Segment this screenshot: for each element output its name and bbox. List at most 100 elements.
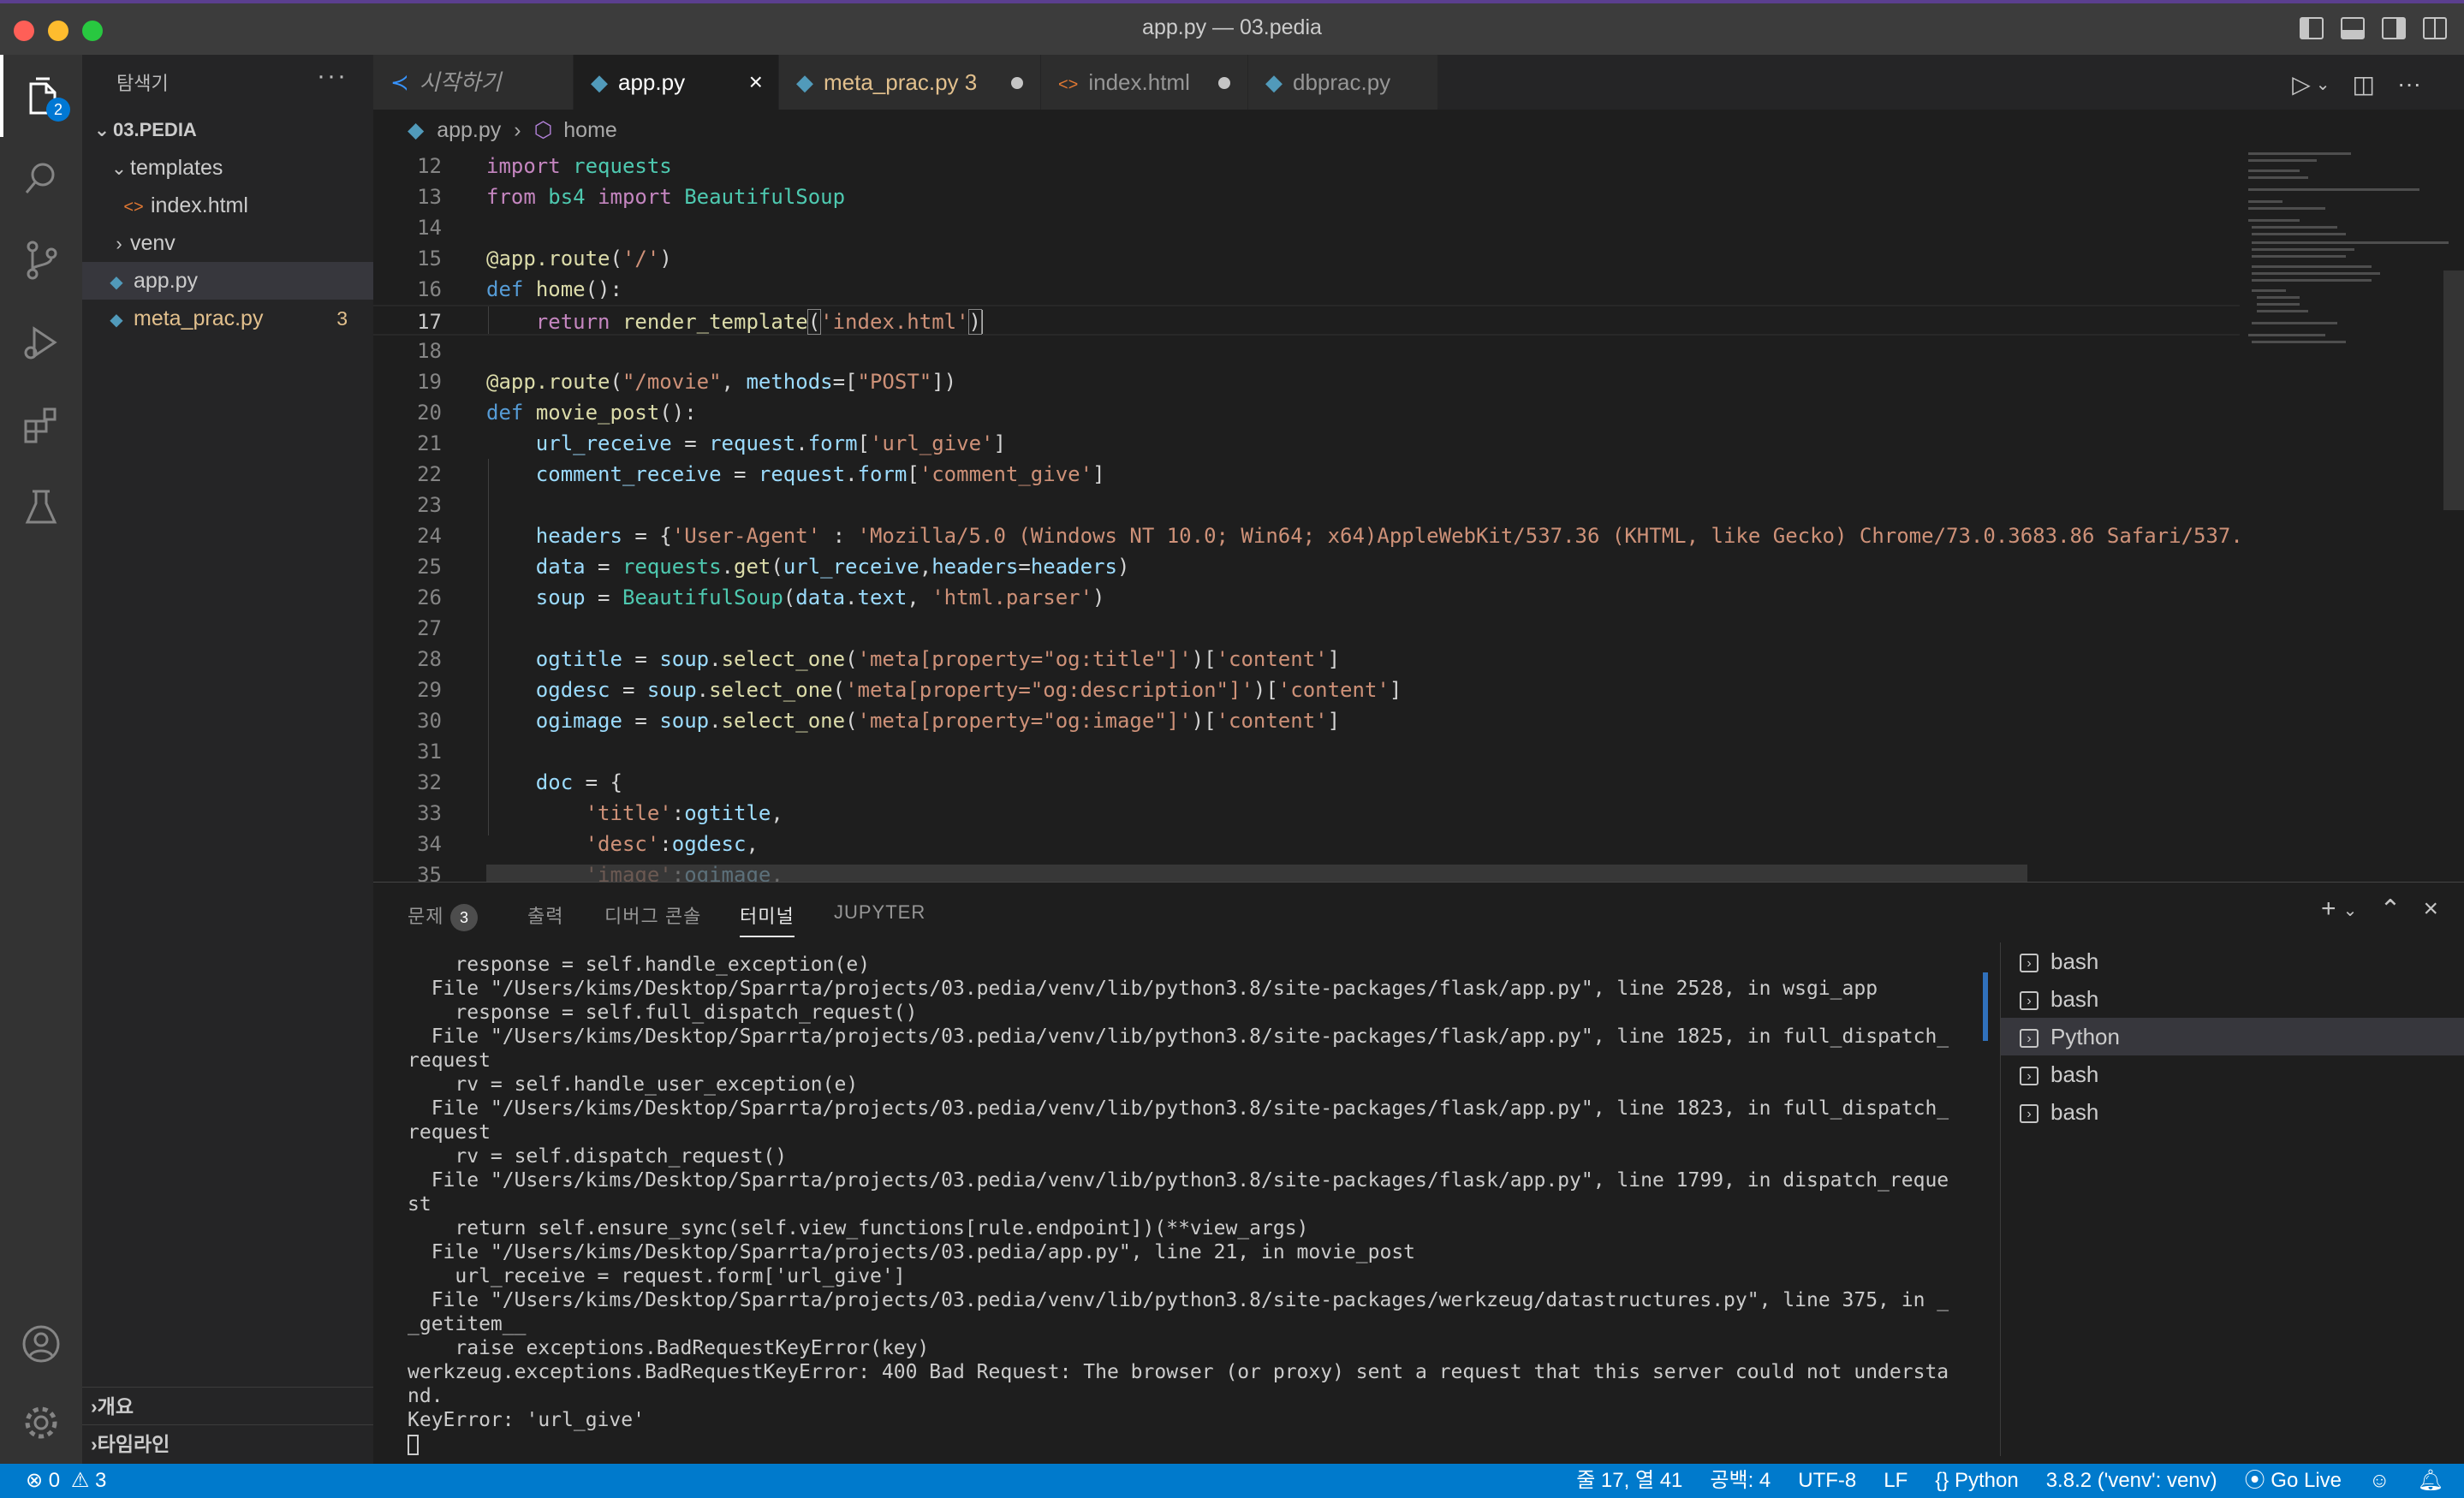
python-file-icon: ◆ xyxy=(110,311,123,330)
toggle-panel-icon[interactable] xyxy=(2341,17,2365,39)
tab-welcome[interactable]: ≺ 시작하기 xyxy=(373,55,574,110)
chevron-down-icon[interactable]: ⌄ xyxy=(2343,900,2358,924)
tab-debug-console[interactable]: 디버그 콘솔 xyxy=(604,901,701,929)
maximize-panel-icon[interactable]: ⌃ xyxy=(2379,895,2401,924)
bottom-panel: 문제 3 출력 디버그 콘솔 터미널 JUPYTER + ⌄ ⌃ × respon… xyxy=(373,882,2464,1465)
close-tab-icon[interactable]: × xyxy=(749,55,763,110)
chevron-right-icon: › xyxy=(91,1395,98,1418)
unsaved-dot-icon[interactable] xyxy=(1011,77,1023,89)
terminal-instance-bash[interactable]: › bash xyxy=(2001,1093,2464,1131)
vertical-scrollbar[interactable] xyxy=(2443,270,2464,510)
terminal-line: request xyxy=(408,1121,491,1144)
extensions-icon[interactable] xyxy=(0,383,82,466)
terminal-icon: › xyxy=(2020,1104,2038,1124)
html-file-icon: <> xyxy=(123,198,144,217)
toggle-sidebar-icon[interactable] xyxy=(2300,17,2324,39)
more-actions-icon[interactable]: ··· xyxy=(2397,70,2421,98)
feedback-icon[interactable]: ☺ xyxy=(2369,1464,2390,1498)
terminal-instance-bash[interactable]: › bash xyxy=(2001,980,2464,1018)
tab-jupyter[interactable]: JUPYTER xyxy=(834,901,925,924)
chevron-down-icon: ⌄ xyxy=(93,119,110,140)
python-file-icon: ◆ xyxy=(110,273,123,292)
indentation[interactable]: 공백: 4 xyxy=(1710,1464,1771,1498)
python-file-icon: ◆ xyxy=(1265,69,1283,95)
tab-output[interactable]: 출력 xyxy=(527,901,563,929)
project-folder[interactable]: ⌄ 03.PEDIA xyxy=(82,111,373,149)
testing-icon[interactable] xyxy=(0,466,82,548)
account-icon[interactable] xyxy=(0,1303,82,1385)
tab-dbprac-py[interactable]: ◆ dbprac.py xyxy=(1248,55,1438,110)
code-line: 16 def home(): xyxy=(417,277,622,301)
tab-app-py[interactable]: ◆ app.py × xyxy=(574,55,779,110)
gear-icon[interactable] xyxy=(0,1382,82,1464)
tree-item-app-py[interactable]: ◆ app.py xyxy=(82,262,373,300)
terminal-line: File "/Users/kims/Desktop/Sparrta/projec… xyxy=(408,1025,1949,1048)
tree-item-venv[interactable]: › venv xyxy=(82,224,373,262)
terminal-output[interactable]: response = self.handle_exception(e) File… xyxy=(408,953,2034,1458)
terminal-list: › bash › bash › Python › bash › bash xyxy=(2000,942,2464,1456)
toggle-secondary-sidebar-icon[interactable] xyxy=(2382,17,2406,39)
code-line: 20 def movie_post(): xyxy=(417,401,697,425)
tree-item-index-html[interactable]: <> index.html xyxy=(82,187,373,224)
broadcast-icon: ⦿ xyxy=(2244,1469,2265,1492)
terminal-instance-bash[interactable]: › bash xyxy=(2001,942,2464,980)
explorer-icon[interactable]: 2 xyxy=(0,55,82,137)
python-file-icon: ◆ xyxy=(408,118,425,142)
encoding[interactable]: UTF-8 xyxy=(1798,1464,1856,1498)
terminal-line: return self.ensure_sync(self.view_functi… xyxy=(408,1217,1309,1239)
tab-index-html[interactable]: <> index.html xyxy=(1041,55,1248,110)
explorer-badge: 2 xyxy=(46,98,70,122)
tab-problems[interactable]: 문제 3 xyxy=(408,901,479,931)
outline-section[interactable]: ›개요 xyxy=(82,1387,373,1425)
minimap[interactable] xyxy=(2240,151,2464,882)
cursor-position[interactable]: 줄 17, 열 41 xyxy=(1576,1464,1682,1498)
chevron-down-icon[interactable]: ⌄ xyxy=(2316,74,2330,98)
run-debug-icon[interactable] xyxy=(0,301,82,383)
close-panel-icon[interactable]: × xyxy=(2423,895,2438,924)
explorer-more-icon[interactable]: ··· xyxy=(317,62,348,91)
chevron-right-icon: › xyxy=(91,1433,98,1455)
breadcrumb-symbol[interactable]: home xyxy=(563,118,617,142)
terminal-line: File "/Users/kims/Desktop/Sparrta/projec… xyxy=(408,978,1878,1000)
customize-layout-icon[interactable] xyxy=(2423,17,2447,39)
run-icon[interactable]: ▷ xyxy=(2292,70,2311,98)
terminal-line: rv = self.handle_user_exception(e) xyxy=(408,1073,859,1096)
language-mode[interactable]: {} Python xyxy=(1935,1464,2018,1498)
problems-status[interactable]: ⊗ 0 ⚠ 3 xyxy=(26,1464,106,1498)
source-control-icon[interactable] xyxy=(0,219,82,301)
python-interpreter[interactable]: 3.8.2 ('venv': venv) xyxy=(2046,1464,2217,1498)
bell-icon[interactable]: 🔔︎ xyxy=(2418,1464,2443,1498)
terminal-instance-bash[interactable]: › bash xyxy=(2001,1055,2464,1093)
go-live-button[interactable]: ⦿ Go Live xyxy=(2245,1464,2342,1498)
editor-tab-bar: ≺ 시작하기 ◆ app.py × ◆ meta_prac.py 3 <> index.… xyxy=(373,55,2464,110)
horizontal-scrollbar[interactable] xyxy=(486,865,2027,882)
terminal-line: File "/Users/kims/Desktop/Sparrta/projec… xyxy=(408,1241,1416,1263)
timeline-section[interactable]: ›타임라인 xyxy=(82,1424,373,1463)
code-line: 23 xyxy=(417,493,442,517)
line-ending[interactable]: LF xyxy=(1884,1464,1908,1498)
terminal-instance-python[interactable]: › Python xyxy=(2001,1018,2464,1055)
breadcrumb-file[interactable]: app.py xyxy=(437,118,501,142)
code-line: 18 xyxy=(417,339,442,363)
braces-icon: {} xyxy=(1935,1469,1949,1492)
tree-item-templates[interactable]: ⌄ templates xyxy=(82,149,373,187)
new-terminal-icon[interactable]: + xyxy=(2321,895,2336,924)
problems-count-badge: 3 xyxy=(450,904,479,931)
code-editor[interactable]: 12 import requests 13 from bs4 import Beau… xyxy=(373,151,2464,882)
layout-controls xyxy=(2300,17,2447,39)
split-editor-icon[interactable]: ◫ xyxy=(2353,70,2375,98)
search-icon[interactable] xyxy=(0,137,82,219)
chevron-right-icon: › xyxy=(116,233,122,254)
code-line: 13 from bs4 import BeautifulSoup xyxy=(417,185,846,209)
code-line: 24 headers = {'User-Agent' : 'Mozilla/5.… xyxy=(417,524,2243,548)
terminal-scrollbar[interactable] xyxy=(1983,972,1988,1041)
breadcrumb: ◆ app.py › ⬡ home xyxy=(373,110,2464,151)
code-line: 19 @app.route("/movie", methods=["POST"]) xyxy=(417,370,957,394)
tab-meta-prac-py[interactable]: ◆ meta_prac.py 3 xyxy=(779,55,1041,110)
unsaved-dot-icon[interactable] xyxy=(1218,77,1230,89)
terminal-line: response = self.handle_exception(e) xyxy=(408,954,871,976)
tab-terminal[interactable]: 터미널 xyxy=(740,901,795,937)
editor-actions: ▷ ⌄ ◫ ··· xyxy=(2292,70,2421,98)
explorer-sidebar: 탐색기 ··· ⌄ 03.PEDIA ⌄ templates <> index.htm… xyxy=(82,55,373,1464)
tree-item-meta-prac-py[interactable]: ◆ meta_prac.py 3 xyxy=(82,300,373,337)
